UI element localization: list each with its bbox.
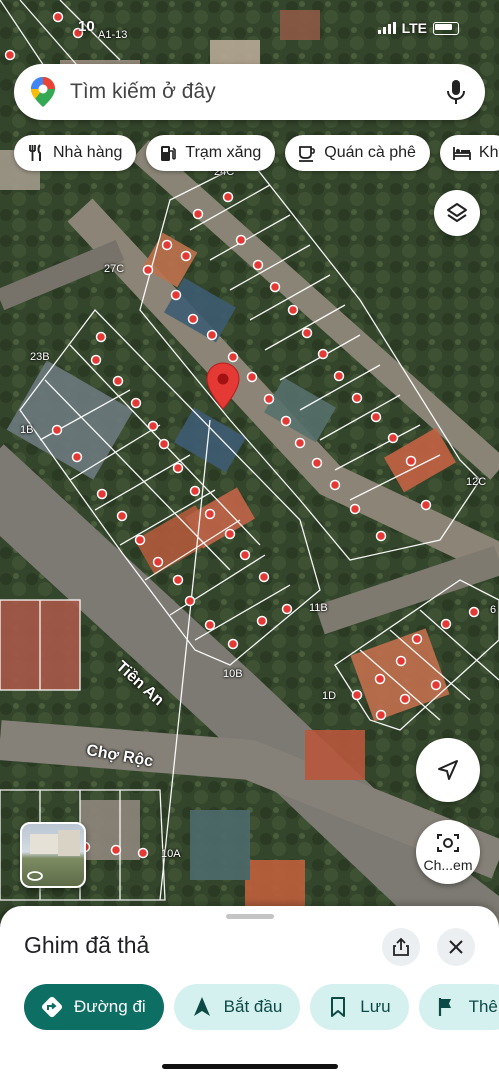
plot-label: 6	[490, 604, 497, 616]
coffee-icon	[299, 146, 316, 162]
add-label-label: Thê	[468, 997, 498, 1016]
gas-station-icon	[161, 146, 177, 161]
search-input[interactable]: Tìm kiếm ở đây	[70, 80, 445, 104]
save-label: Lưu	[360, 997, 391, 1016]
thumbnail-building	[30, 834, 60, 854]
plot-label: 12C	[466, 476, 487, 488]
search-bar[interactable]: Tìm kiếm ở đây	[14, 64, 485, 120]
directions-button[interactable]: Đường đi	[24, 984, 164, 1030]
home-indicator	[162, 1064, 338, 1069]
chip-label: Trạm xăng	[185, 144, 262, 161]
plot-label: 27C	[104, 263, 125, 275]
navigation-arrow-icon	[438, 760, 458, 780]
directions-icon	[41, 996, 63, 1018]
plot-label: 10B	[223, 668, 243, 680]
status-bar: LTE	[377, 20, 459, 36]
battery-icon	[433, 21, 459, 35]
close-icon	[449, 940, 463, 954]
street-view-label: Ch...em	[423, 856, 473, 873]
bookmark-icon	[331, 997, 346, 1017]
share-button[interactable]	[382, 928, 420, 966]
sheet-title: Ghim đã thả	[24, 932, 150, 958]
category-chips: Nhà hàng Trạm xăng Quán cà phê Kh	[14, 135, 499, 171]
start-label: Bắt đầu	[223, 997, 283, 1016]
navigation-arrow-icon	[193, 997, 210, 1016]
close-button[interactable]	[437, 928, 475, 966]
status-time: 10	[78, 18, 95, 35]
share-icon	[393, 937, 409, 956]
maps-logo-icon	[31, 77, 55, 107]
plot-label: 1B	[20, 424, 34, 436]
place-bottom-sheet: Ghim đã thả Đường đi Bắt đầu Lưu Thê	[0, 906, 499, 1080]
my-location-button[interactable]	[416, 738, 480, 802]
dropped-pin-marker[interactable]	[206, 362, 240, 410]
plot-label: 23B	[30, 351, 50, 363]
chip-label: Quán cà phê	[324, 144, 416, 161]
layers-button[interactable]	[434, 190, 480, 236]
network-label: LTE	[401, 20, 427, 36]
directions-label: Đường đi	[74, 997, 146, 1016]
thumbnail-building	[58, 830, 80, 856]
layers-icon	[447, 203, 467, 222]
chip-label: Kh	[478, 144, 499, 161]
rotate-360-icon	[27, 871, 43, 881]
plot-label: A1-13	[98, 29, 128, 41]
street-view-thumbnail[interactable]	[20, 822, 86, 888]
drag-handle[interactable]	[226, 914, 274, 919]
chip-hotel[interactable]: Kh	[439, 135, 499, 171]
street-view-button[interactable]: Ch...em	[416, 820, 480, 884]
microphone-icon[interactable]	[445, 79, 467, 105]
chip-gas-station[interactable]: Trạm xăng	[146, 135, 276, 171]
chip-label: Nhà hàng	[53, 144, 123, 161]
hotel-icon	[452, 147, 471, 160]
chip-coffee[interactable]: Quán cà phê	[285, 135, 430, 171]
plot-label: 10A	[161, 848, 181, 860]
start-button[interactable]: Bắt đầu	[173, 984, 301, 1030]
signal-icon	[377, 22, 396, 34]
plot-label: 1D	[322, 690, 337, 702]
plot-label: 11B	[309, 602, 328, 614]
action-buttons: Đường đi Bắt đầu Lưu Thê	[24, 984, 499, 1030]
add-label-button[interactable]: Thê	[418, 984, 499, 1030]
restaurant-icon	[29, 144, 41, 161]
camera-scan-icon	[437, 833, 459, 852]
save-button[interactable]: Lưu	[310, 984, 409, 1030]
flag-icon	[438, 998, 451, 1016]
chip-restaurant[interactable]: Nhà hàng	[14, 135, 137, 171]
